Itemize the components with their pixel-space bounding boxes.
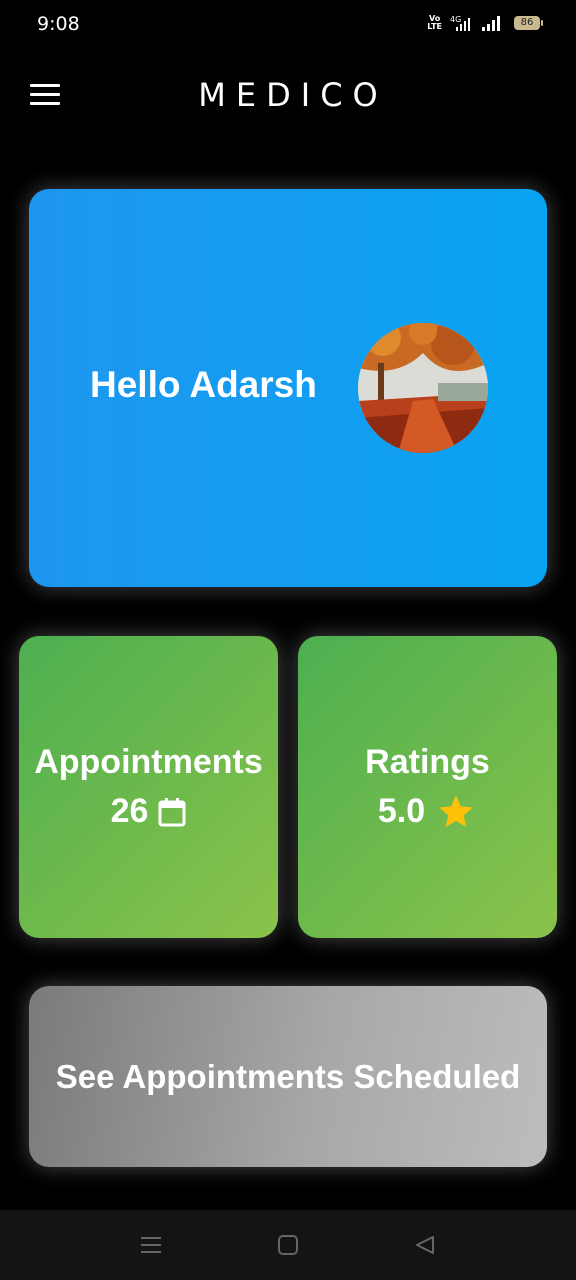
appointments-value-row: 26 [111, 792, 187, 831]
home-button[interactable] [275, 1232, 301, 1258]
battery-icon: 86 [514, 16, 543, 30]
avatar[interactable] [358, 323, 488, 453]
system-nav-bar [0, 1210, 576, 1280]
appointments-card[interactable]: Appointments 26 [19, 636, 278, 938]
appointments-label: Appointments [34, 743, 263, 781]
app-title: MEDICO [198, 76, 388, 114]
ratings-value-row: 5.0 [378, 792, 477, 832]
greeting-text: Hello Adarsh [90, 364, 317, 405]
status-icons: Vo LTE 4G 86 [427, 14, 543, 32]
back-button[interactable] [412, 1232, 438, 1258]
star-icon [439, 794, 473, 827]
recent-apps-icon [141, 1237, 161, 1253]
see-appointments-label: See Appointments Scheduled [55, 1057, 521, 1095]
recent-apps-button[interactable] [138, 1232, 164, 1258]
calendar-icon [158, 797, 186, 826]
ratings-label: Ratings [365, 742, 490, 781]
status-time: 9:08 [37, 13, 80, 35]
home-icon [278, 1235, 298, 1255]
mobile-data-icon: 4G [450, 15, 470, 31]
app-bar: MEDICO [0, 60, 576, 130]
back-icon [416, 1236, 434, 1254]
ratings-value: 5.0 [377, 792, 426, 830]
signal-icon [482, 16, 500, 31]
ratings-card[interactable]: Ratings 5.0 [298, 636, 557, 938]
volte-icon: Vo LTE [427, 14, 442, 31]
avatar-image [358, 323, 488, 453]
appointments-count: 26 [110, 792, 149, 830]
see-appointments-button[interactable]: See Appointments Scheduled [29, 986, 547, 1167]
greeting-card: Hello Adarsh [29, 189, 547, 587]
status-bar: 9:08 Vo LTE 4G 86 [0, 0, 576, 50]
network-label: 4G [450, 15, 461, 24]
